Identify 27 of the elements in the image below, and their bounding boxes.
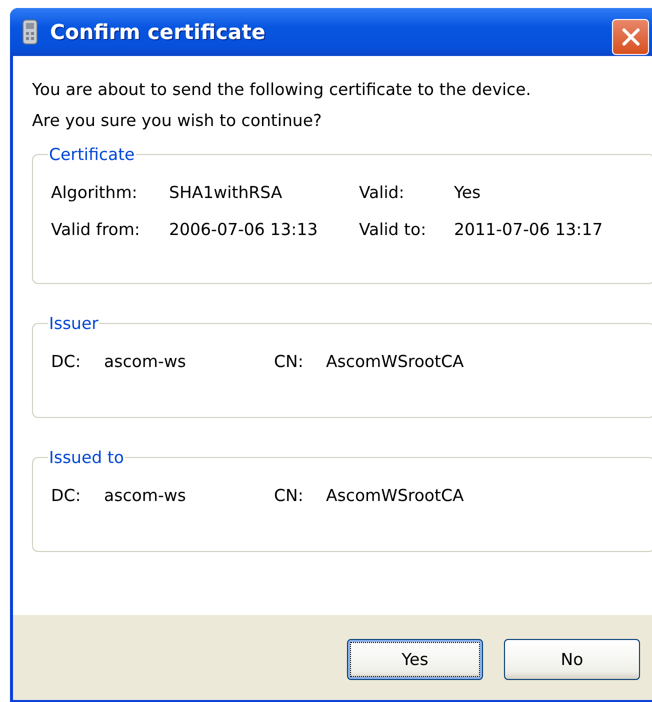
field-value: AscomWSrootCA (326, 486, 464, 505)
message-text: Are you sure you wish to continue? (32, 111, 323, 131)
close-icon (620, 26, 642, 48)
dialog-button[interactable]: Yes (347, 639, 483, 680)
field-value: SHA1withRSA (169, 183, 284, 202)
dialog-button[interactable]: No (504, 639, 640, 680)
close-button[interactable] (612, 19, 649, 55)
phone-icon (22, 19, 38, 45)
field-value: AscomWSrootCA (326, 352, 464, 371)
field-value: Yes (454, 183, 481, 202)
group-title: Issuer (48, 314, 100, 333)
field-label: Valid to: (359, 220, 428, 239)
message-text: You are about to send the following certificate to the device. (32, 80, 532, 100)
field-label: Valid from: (51, 220, 141, 239)
field-label: Algorithm: (51, 183, 138, 202)
field-label: DC: (51, 486, 82, 505)
field-value: 2006-07-06 13:13 (169, 220, 319, 239)
group-title: Certificate (48, 145, 136, 164)
field-label: Valid: (359, 183, 406, 202)
field-label: DC: (51, 352, 82, 371)
field-label: CN: (274, 486, 304, 505)
group-title: Issued to (48, 448, 125, 467)
field-value: 2011-07-06 13:17 (454, 220, 603, 239)
field-label: CN: (274, 352, 304, 371)
window-title: Confirm certificate (50, 20, 266, 44)
field-value: ascom-ws (104, 352, 187, 371)
field-value: ascom-ws (104, 486, 187, 505)
